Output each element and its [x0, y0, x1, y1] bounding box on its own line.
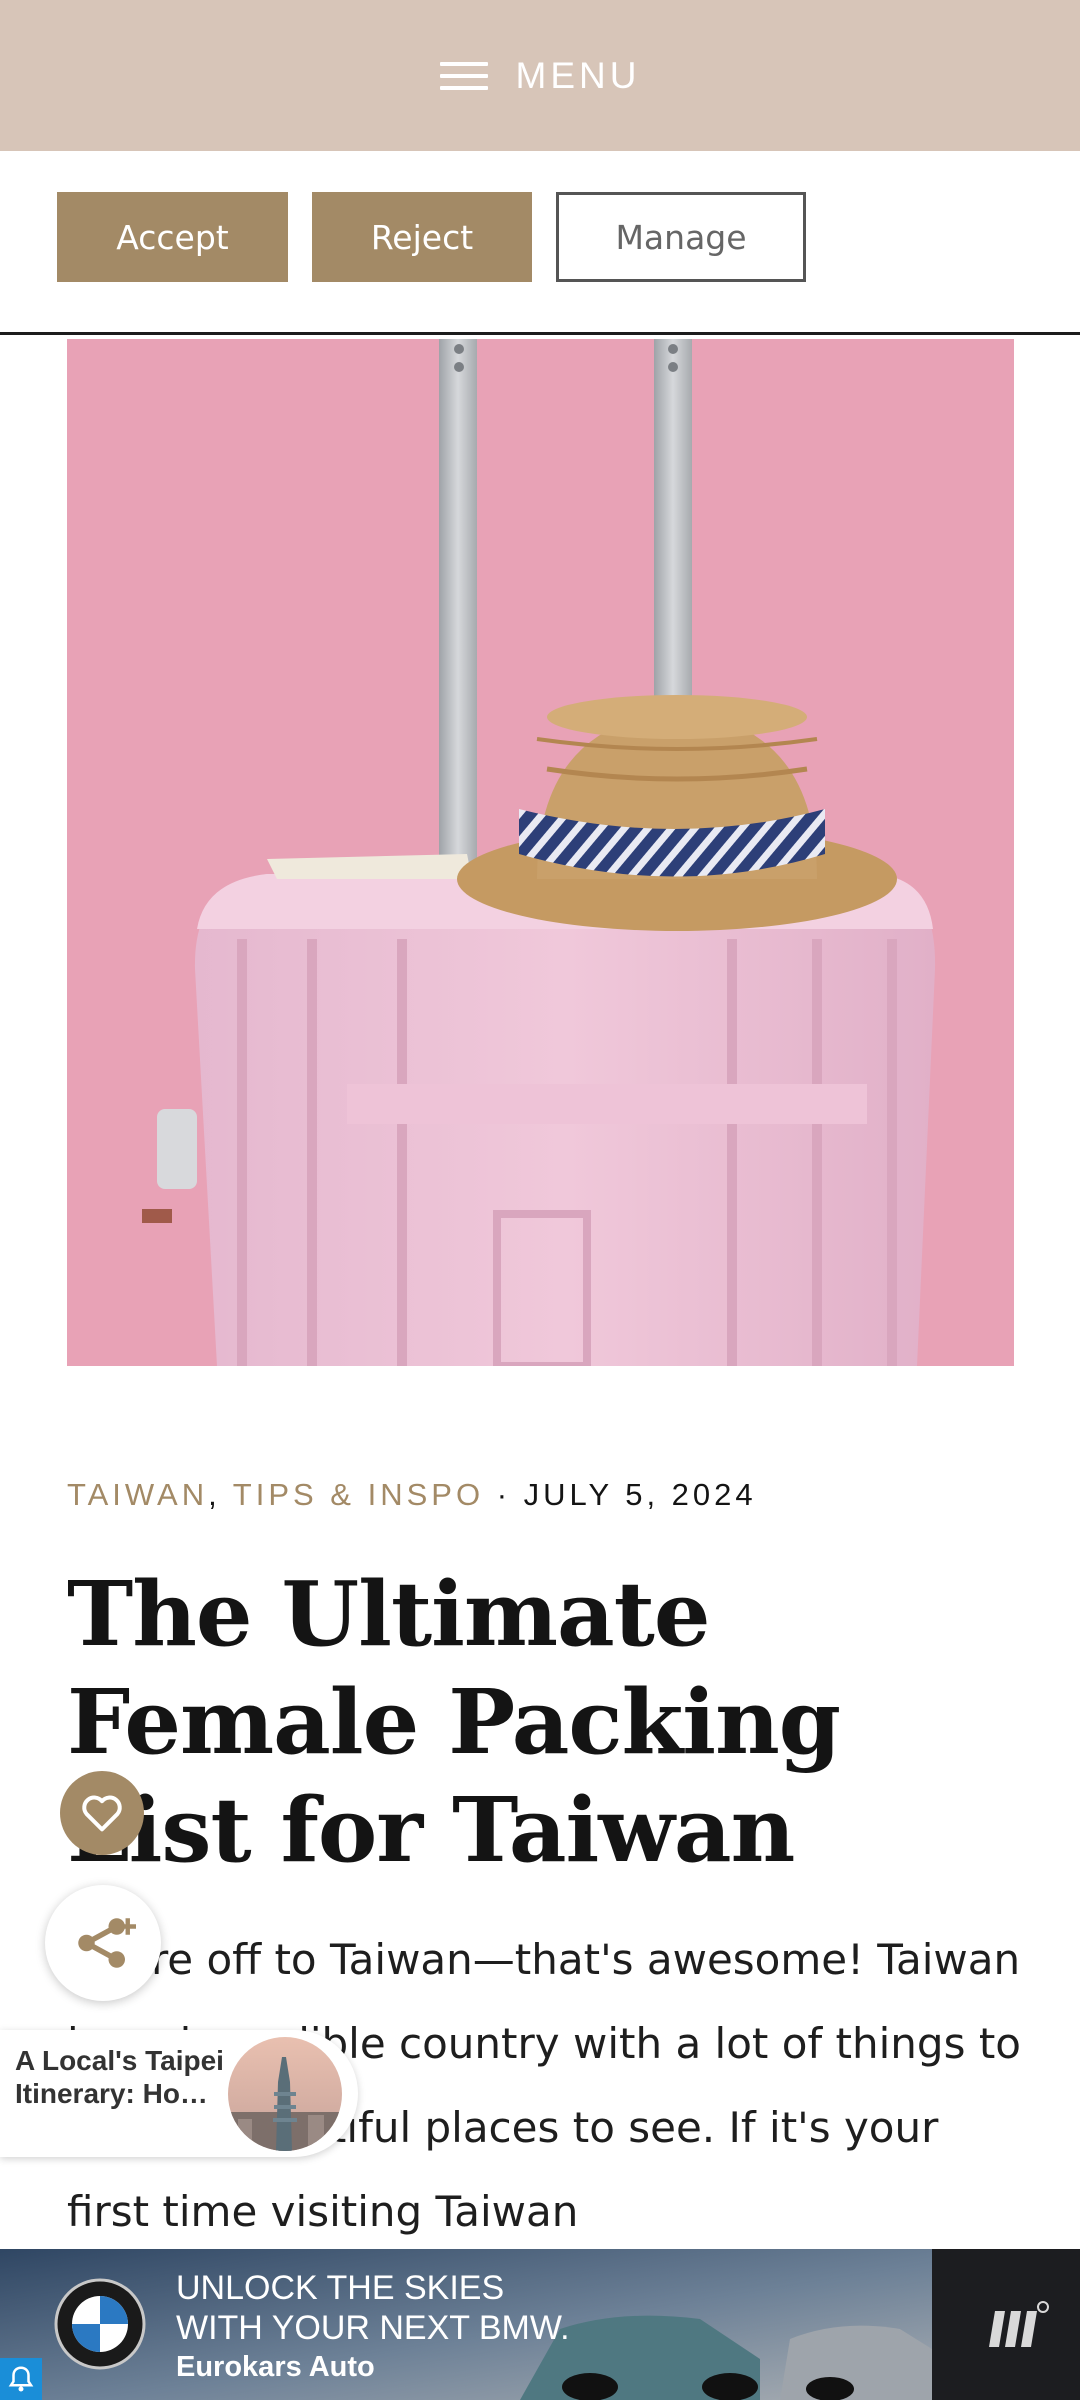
like-button[interactable] [60, 1771, 144, 1855]
related-post-title: A Local's Taipei Itinerary: Ho… [15, 2045, 224, 2109]
menu-label: MENU [515, 54, 641, 96]
category-link-tips[interactable]: TIPS & INSPO [233, 1477, 484, 1512]
bmw-logo [54, 2278, 146, 2370]
heart-icon [82, 1795, 122, 1832]
related-post-card[interactable]: A Local's Taipei Itinerary: Ho… [0, 2030, 358, 2157]
ad-info-icon[interactable] [0, 2358, 42, 2400]
ad-banner[interactable]: UNLOCK THE SKIES WITH YOUR NEXT BMW. Eur… [0, 2249, 932, 2400]
ad-dealer: Eurokars Auto [176, 2351, 375, 2383]
meta-separator: · [496, 1477, 512, 1512]
manage-button[interactable]: Manage [556, 192, 806, 282]
bottom-ad: UNLOCK THE SKIES WITH YOUR NEXT BMW. Eur… [0, 2249, 1080, 2400]
article-title: The Ultimate Female Packing List for Tai… [67, 1561, 841, 1882]
ad-brand-icon[interactable] [985, 2297, 1051, 2353]
post-date: JULY 5, 2024 [523, 1477, 757, 1512]
hero-image [67, 339, 1014, 1366]
related-post-thumbnail [228, 2037, 342, 2151]
category-link-taiwan[interactable]: TAIWAN [67, 1477, 208, 1512]
cookie-consent-bar: Accept Reject Manage [0, 151, 1080, 335]
site-header: MENU [0, 0, 1080, 151]
hamburger-icon [439, 60, 488, 92]
share-button[interactable] [45, 1885, 161, 2001]
menu-button[interactable]: MENU [439, 54, 641, 97]
ad-headline-2: WITH YOUR NEXT BMW. [176, 2309, 570, 2347]
category-separator: , [208, 1477, 221, 1512]
post-meta: TAIWAN, TIPS & INSPO · JULY 5, 2024 [67, 1477, 757, 1513]
share-icon [78, 1918, 136, 1968]
reject-button[interactable]: Reject [312, 192, 532, 282]
ad-headline-1: UNLOCK THE SKIES [176, 2269, 505, 2307]
accept-button[interactable]: Accept [57, 192, 288, 282]
